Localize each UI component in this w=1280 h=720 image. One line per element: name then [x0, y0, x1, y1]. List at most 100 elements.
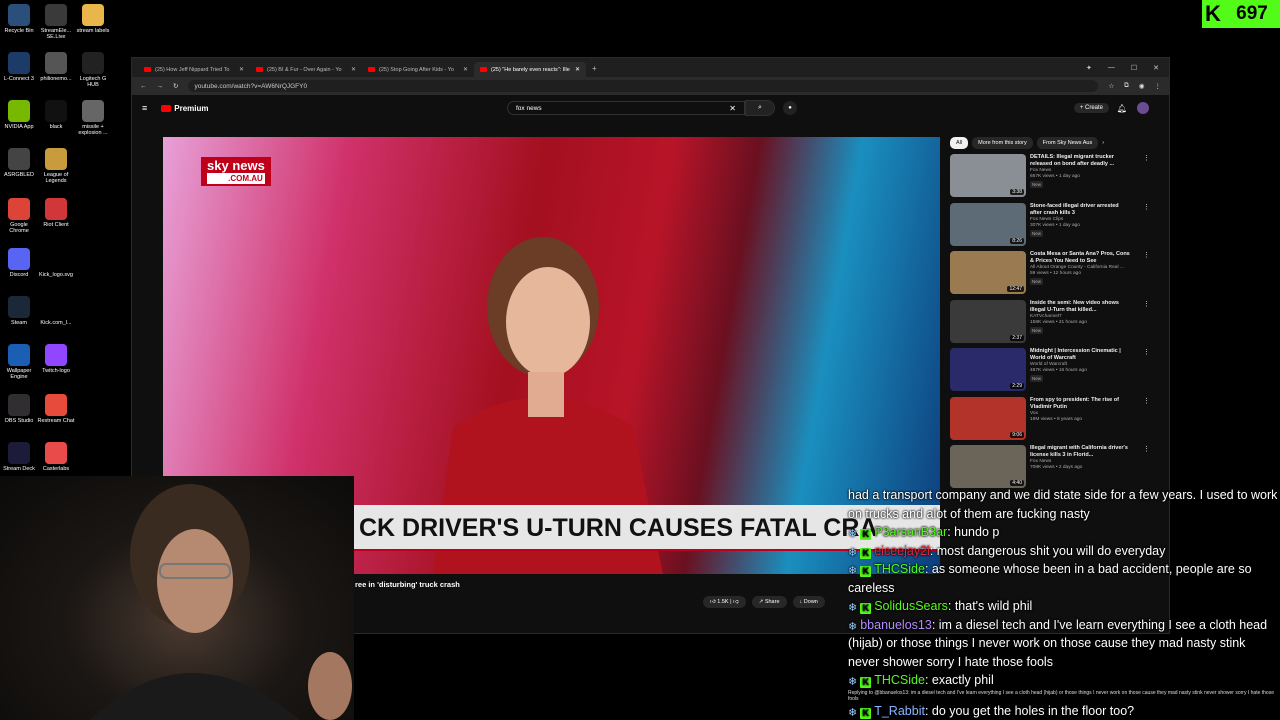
- video-thumbnail[interactable]: 12:47: [950, 251, 1026, 294]
- video-thumbnail[interactable]: 8:26: [950, 202, 1026, 246]
- search-input[interactable]: fox news ✕: [507, 101, 745, 115]
- chat-username[interactable]: SolidusSears: [874, 599, 948, 613]
- hamburger-menu-icon[interactable]: ≡: [142, 103, 147, 113]
- related-video-title[interactable]: Illegal migrant with California driver's…: [1030, 445, 1130, 459]
- chip-more-from-story[interactable]: More from this story: [972, 137, 1033, 149]
- chat-message: ❄ K THCSide: exactly phil: [848, 671, 1280, 690]
- video-thumbnail[interactable]: 2:37: [950, 299, 1026, 343]
- video-thumbnail[interactable]: 4:40: [950, 445, 1026, 488]
- chevron-right-icon[interactable]: ›: [1102, 140, 1104, 146]
- account-avatar[interactable]: [1137, 102, 1149, 114]
- share-button[interactable]: ↗ Share: [751, 596, 787, 608]
- related-video-item[interactable]: 9:06 From spy to president: The rise of V…: [950, 396, 1150, 444]
- desktop-icon[interactable]: Discord: [0, 248, 38, 278]
- like-button[interactable]: 👍︎ 1.5K | 👎︎: [703, 596, 746, 608]
- chat-username[interactable]: eiceejay2l: [874, 544, 930, 558]
- related-video-item[interactable]: 2:37 Inside the semi: New video shows ill…: [950, 299, 1150, 347]
- video-thumbnail[interactable]: 2:29: [950, 348, 1026, 391]
- desktop-icon[interactable]: Steam: [0, 296, 38, 326]
- video-thumbnail[interactable]: 9:06: [950, 396, 1026, 440]
- desktop-icon[interactable]: League of Legends: [37, 148, 75, 184]
- close-window-icon[interactable]: ✕: [1153, 64, 1159, 72]
- more-options-icon[interactable]: ⋮: [1143, 445, 1150, 492]
- related-video-title[interactable]: Stone-faced illegal driver arrested afte…: [1030, 203, 1130, 217]
- profile-icon[interactable]: ◉: [1139, 82, 1145, 90]
- desktop-icon[interactable]: Wallpaper Engine: [0, 344, 38, 380]
- desktop-icon[interactable]: Google Chrome: [0, 198, 38, 234]
- desktop-icon[interactable]: L-Connect 3: [0, 52, 38, 82]
- desktop-icon[interactable]: OBS Studio: [0, 394, 38, 424]
- voice-search-button[interactable]: ●: [783, 101, 797, 115]
- chip-from-channel[interactable]: From Sky News Aus: [1036, 137, 1099, 149]
- new-tab-button[interactable]: +: [586, 64, 603, 77]
- related-video-item[interactable]: 4:40 Illegal migrant with California driv…: [950, 445, 1150, 492]
- related-video-title[interactable]: Midnight | Intercession Cinematic | Worl…: [1030, 348, 1130, 362]
- download-button[interactable]: ↓ Down: [792, 596, 825, 608]
- related-video-title[interactable]: From spy to president: The rise of Vladi…: [1030, 397, 1130, 411]
- desktop-icon[interactable]: Kick_logo.svg: [37, 248, 75, 278]
- browser-tab[interactable]: (25) BI & Fur - Over Again - Yo ✕: [250, 62, 362, 77]
- browser-menu-icon[interactable]: ⋮: [1155, 82, 1162, 90]
- related-video-item[interactable]: 8:26 Stone-faced illegal driver arrested …: [950, 202, 1150, 250]
- desktop-icon[interactable]: black: [37, 100, 75, 130]
- minimize-icon[interactable]: —: [1108, 64, 1115, 72]
- address-bar-row: ← → ↻ youtube.com/watch?v=AW6NrQJGFY0 ☆ …: [132, 77, 1169, 95]
- desktop-icon[interactable]: Riot Client: [37, 198, 75, 228]
- search-button[interactable]: ⌕: [745, 100, 775, 116]
- desktop-icon[interactable]: Restream Chat: [37, 394, 75, 424]
- forward-icon[interactable]: →: [157, 83, 164, 90]
- kick-badge-icon: K: [860, 677, 872, 688]
- chat-username[interactable]: bbanuelos13: [860, 618, 932, 632]
- more-options-icon[interactable]: ⋮: [1143, 154, 1150, 201]
- file-icon: [45, 100, 67, 122]
- chat-username[interactable]: THCSide: [874, 562, 925, 576]
- url-field[interactable]: youtube.com/watch?v=AW6NrQJGFY0: [188, 80, 1099, 92]
- related-video-item[interactable]: 3:38 DETAILS: Illegal migrant trucker rel…: [950, 154, 1150, 201]
- more-options-icon[interactable]: ⋮: [1143, 397, 1150, 444]
- related-video-title[interactable]: Inside the semi: New video shows illegal…: [1030, 300, 1130, 314]
- desktop-icon[interactable]: Recycle Bin: [0, 4, 38, 34]
- close-tab-icon[interactable]: ✕: [463, 66, 468, 73]
- desktop-icon[interactable]: Logitech G HUB: [74, 52, 112, 88]
- close-tab-icon[interactable]: ✕: [575, 66, 580, 73]
- more-options-icon[interactable]: ⋮: [1143, 348, 1150, 395]
- related-video-title[interactable]: Costa Mesa or Santa Ana? Pros, Cons & Pr…: [1030, 251, 1130, 265]
- chip-all[interactable]: All: [950, 137, 969, 149]
- more-options-icon[interactable]: ⋮: [1143, 251, 1150, 298]
- new-badge: New: [1030, 278, 1044, 285]
- chat-username[interactable]: THCSide: [874, 673, 925, 687]
- desktop-icon[interactable]: StreamEle... SE.Live: [37, 4, 75, 40]
- desktop-icon[interactable]: Stream Deck: [0, 442, 38, 472]
- related-video-title[interactable]: DETAILS: Illegal migrant trucker release…: [1030, 154, 1130, 168]
- chat-username[interactable]: T_Rabbit: [874, 704, 925, 718]
- desktop-icon[interactable]: stream labels: [74, 4, 112, 34]
- clear-search-icon[interactable]: ✕: [729, 104, 736, 113]
- close-tab-icon[interactable]: ✕: [351, 66, 356, 73]
- create-button[interactable]: + Create: [1073, 103, 1109, 113]
- desktop-icon[interactable]: Kick.com_l...: [37, 296, 75, 326]
- notifications-button[interactable]: 🔔︎: [1117, 104, 1127, 113]
- video-thumbnail[interactable]: 3:38: [950, 154, 1026, 197]
- browser-tab[interactable]: (25) How Jeff Nippard Tried To ✕: [138, 62, 250, 77]
- bookmark-star-icon[interactable]: ☆: [1108, 82, 1114, 90]
- desktop-icon[interactable]: Casterlabs: [37, 442, 75, 472]
- extensions-puzzle-icon[interactable]: ⧉: [1124, 82, 1129, 90]
- extensions-icon[interactable]: ✦: [1086, 64, 1092, 72]
- desktop-icon[interactable]: ASRGBLED: [0, 148, 38, 178]
- chat-username[interactable]: P3arsonB3ar: [874, 525, 947, 539]
- back-icon[interactable]: ←: [140, 83, 147, 90]
- reload-icon[interactable]: ↻: [173, 82, 178, 90]
- related-video-item[interactable]: 12:47 Costa Mesa or Santa Ana? Pros, Cons…: [950, 251, 1150, 298]
- maximize-icon[interactable]: ☐: [1131, 64, 1137, 72]
- desktop-icon[interactable]: philionemo...: [37, 52, 75, 82]
- browser-tab[interactable]: (25) Stop Going After Kids - Yo ✕: [362, 62, 474, 77]
- browser-tab-active[interactable]: (25) "He barely even reacts": Ille ✕: [474, 62, 586, 77]
- related-video-item[interactable]: 2:29 Midnight | Intercession Cinematic | …: [950, 348, 1150, 395]
- desktop-icon[interactable]: Twitch-logo: [37, 344, 75, 374]
- more-options-icon[interactable]: ⋮: [1143, 203, 1150, 250]
- desktop-icon[interactable]: missile + explosion ...: [74, 100, 112, 136]
- desktop-icon[interactable]: NVIDIA App: [0, 100, 38, 130]
- close-tab-icon[interactable]: ✕: [239, 66, 244, 73]
- more-options-icon[interactable]: ⋮: [1143, 300, 1150, 347]
- youtube-logo[interactable]: Premium: [161, 104, 209, 113]
